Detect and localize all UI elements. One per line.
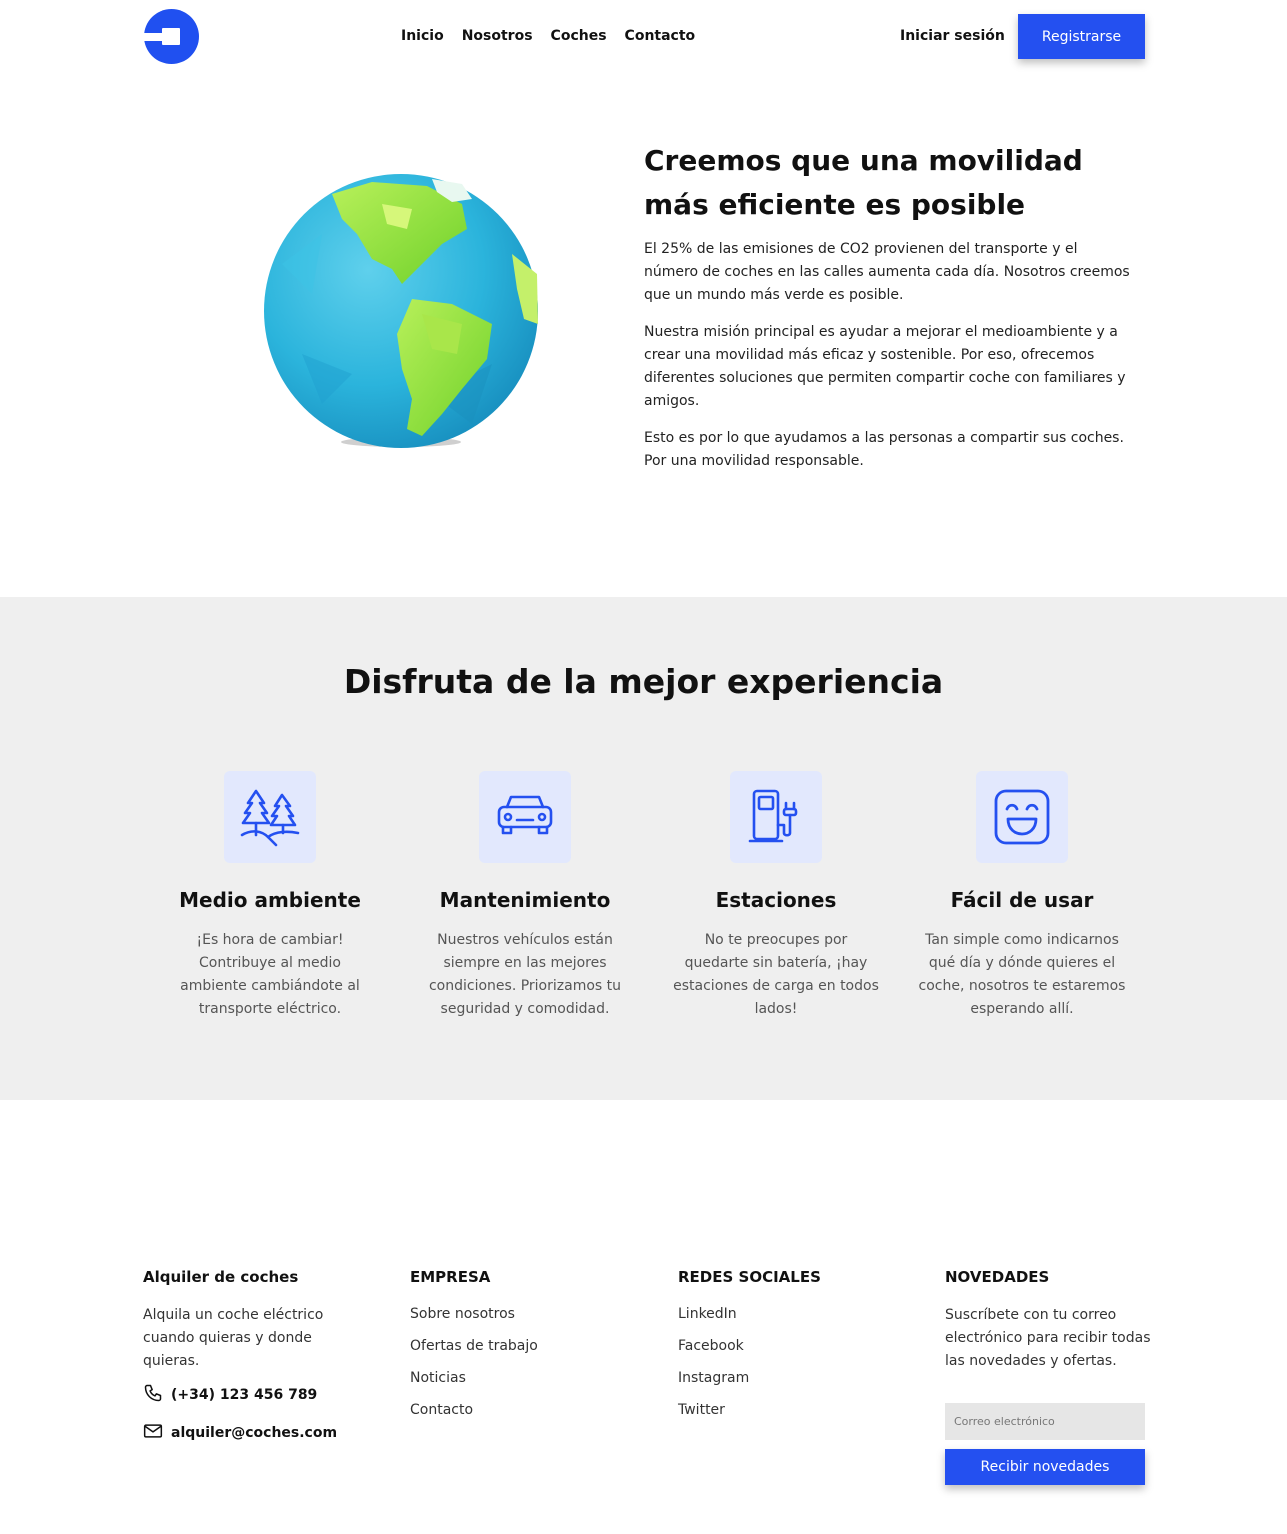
footer-link[interactable]: Noticias	[410, 1368, 620, 1388]
footer-social: REDES SOCIALES LinkedIn Facebook Instagr…	[678, 1268, 888, 1432]
nav-inicio[interactable]: Inicio	[401, 28, 444, 44]
feature-text: ¡Es hora de cambiar! Contribuye al medio…	[180, 932, 360, 1017]
feature-text: Nuestros vehículos están siempre en las …	[428, 932, 622, 1017]
feature-title: Fácil de usar	[950, 888, 1094, 912]
car-icon	[479, 771, 571, 863]
social-link-facebook[interactable]: Facebook	[678, 1336, 888, 1356]
features-title: Disfruta de la mejor experiencia	[343, 662, 944, 701]
smile-icon	[976, 771, 1068, 863]
phone-line[interactable]: (+34) 123 456 789	[143, 1383, 353, 1407]
footer-news: NOVEDADES Suscríbete con tu correo elect…	[945, 1268, 1155, 1373]
footer-company-title: EMPRESA	[410, 1268, 491, 1286]
footer-news-title: NOVEDADES	[945, 1268, 1050, 1286]
social-link-instagram[interactable]: Instagram	[678, 1368, 888, 1388]
feature-title: Medio ambiente	[179, 888, 361, 912]
hero-title: Creemos que una movilidad más eficiente …	[644, 144, 1083, 221]
footer-social-title: REDES SOCIALES	[678, 1268, 821, 1286]
logo-icon[interactable]	[144, 9, 199, 64]
footer-news-text: Suscríbete con tu correo electrónico par…	[945, 1307, 1151, 1369]
main-nav: Inicio Nosotros Coches Contacto	[401, 28, 713, 44]
footer-brand-text: Alquila un coche eléctrico cuando quiera…	[143, 1307, 324, 1369]
footer-link[interactable]: Contacto	[410, 1400, 620, 1420]
nav-contacto[interactable]: Contacto	[625, 28, 696, 44]
feature-facil-de-usar: Fácil de usar Tan simple como indicarnos…	[917, 771, 1127, 1021]
globe-illustration	[262, 174, 540, 452]
charging-station-icon	[730, 771, 822, 863]
email-address: alquiler@coches.com	[171, 1425, 338, 1441]
footer-brand-title: Alquiler de coches	[143, 1268, 299, 1286]
hero-paragraph-1: El 25% de las emisiones de CO2 provienen…	[644, 241, 1130, 303]
hero-paragraph-3: Esto es por lo que ayudamos a las person…	[644, 430, 1124, 469]
trees-icon	[224, 771, 316, 863]
mail-icon	[143, 1421, 163, 1445]
email-line[interactable]: alquiler@coches.com	[143, 1421, 353, 1445]
feature-text: No te preocupes por quedarte sin batería…	[673, 932, 879, 1017]
nav-coches[interactable]: Coches	[551, 28, 607, 44]
newsletter-email-input[interactable]	[945, 1403, 1145, 1440]
feature-estaciones: Estaciones No te preocupes por quedarte …	[671, 771, 881, 1021]
footer-brand: Alquiler de coches Alquila un coche eléc…	[143, 1268, 353, 1445]
footer-link[interactable]: Sobre nosotros	[410, 1304, 620, 1324]
hero-paragraph-2: Nuestra misión principal es ayudar a mej…	[644, 324, 1126, 409]
footer-company: EMPRESA Sobre nosotros Ofertas de trabaj…	[410, 1268, 620, 1432]
feature-title: Mantenimiento	[439, 888, 611, 912]
social-link-linkedin[interactable]: LinkedIn	[678, 1304, 888, 1324]
site-header: Inicio Nosotros Coches Contacto Iniciar …	[0, 0, 1287, 74]
feature-title: Estaciones	[715, 888, 837, 912]
subscribe-button[interactable]: Recibir novedades	[945, 1449, 1145, 1485]
feature-mantenimiento: Mantenimiento Nuestros vehículos están s…	[420, 771, 630, 1021]
login-link[interactable]: Iniciar sesión	[900, 28, 1005, 44]
phone-icon	[143, 1383, 163, 1407]
feature-text: Tan simple como indicarnos qué día y dón…	[918, 932, 1126, 1017]
phone-number: (+34) 123 456 789	[171, 1387, 318, 1403]
globe-icon	[264, 174, 538, 448]
social-link-twitter[interactable]: Twitter	[678, 1400, 888, 1420]
feature-medio-ambiente: Medio ambiente ¡Es hora de cambiar! Cont…	[165, 771, 375, 1021]
footer-link[interactable]: Ofertas de trabajo	[410, 1336, 620, 1356]
nav-nosotros[interactable]: Nosotros	[462, 28, 533, 44]
register-button[interactable]: Registrarse	[1018, 14, 1145, 59]
